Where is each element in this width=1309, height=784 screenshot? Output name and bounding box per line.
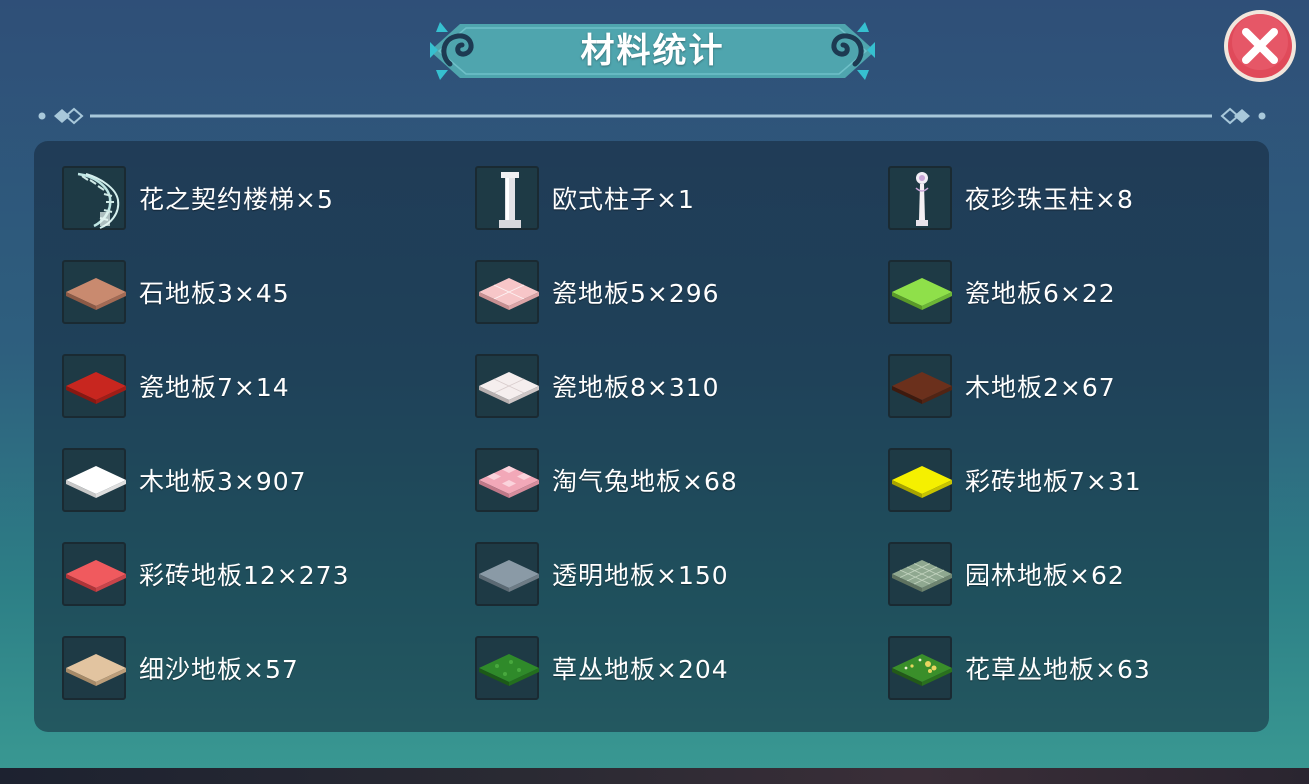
material-icon-box — [888, 542, 952, 606]
material-label: 瓷地板7×14 — [139, 373, 290, 402]
material-item: 淘气兔地板×68 — [475, 448, 855, 514]
material-item: 瓷地板8×310 — [475, 354, 855, 420]
material-icon-box — [888, 354, 952, 418]
material-icon-box — [62, 260, 126, 324]
material-icon-box — [475, 448, 539, 512]
material-label: 细沙地板×57 — [139, 655, 299, 684]
material-icon-box — [888, 166, 952, 230]
title-banner: 材料统计 — [430, 20, 875, 82]
material-item: 透明地板×150 — [475, 542, 855, 608]
material-label: 夜珍珠玉柱×8 — [965, 185, 1134, 214]
porcelain-floor-tile-icon — [66, 372, 126, 404]
material-icon-box — [475, 542, 539, 606]
material-icon-box — [888, 636, 952, 700]
material-icon-box — [475, 354, 539, 418]
material-label: 透明地板×150 — [552, 561, 729, 590]
wood-floor-tile-icon — [892, 372, 952, 404]
material-item: 草丛地板×204 — [475, 636, 855, 702]
transparent-floor-tile-icon — [479, 560, 539, 592]
material-item: 木地板2×67 — [888, 354, 1268, 420]
stone-floor-tile-icon — [66, 278, 126, 310]
colored-brick-floor-icon — [892, 466, 952, 498]
material-item: 细沙地板×57 — [62, 636, 442, 702]
grass-floor-tile-icon — [479, 654, 539, 686]
material-label: 欧式柱子×1 — [552, 185, 695, 214]
material-icon-box — [475, 260, 539, 324]
material-label: 石地板3×45 — [139, 279, 290, 308]
material-label: 花草丛地板×63 — [965, 655, 1151, 684]
material-item: 园林地板×62 — [888, 542, 1268, 608]
material-icon-box — [475, 166, 539, 230]
material-icon-box — [888, 260, 952, 324]
material-icon-box — [475, 636, 539, 700]
material-label: 木地板2×67 — [965, 373, 1116, 402]
bunny-floor-tile-icon — [479, 466, 539, 498]
porcelain-floor-tile-icon — [892, 278, 952, 310]
material-label: 木地板3×907 — [139, 467, 307, 496]
spiral-staircase-icon — [77, 172, 120, 229]
header-divider — [38, 107, 1266, 125]
material-label: 彩砖地板12×273 — [139, 561, 350, 590]
material-icon-box — [62, 542, 126, 606]
page-title: 材料统计 — [580, 31, 725, 71]
material-item: 彩砖地板12×273 — [62, 542, 442, 608]
material-icon-box — [62, 354, 126, 418]
material-label: 瓷地板6×22 — [965, 279, 1116, 308]
material-item: 瓷地板6×22 — [888, 260, 1268, 326]
material-icon-box — [62, 166, 126, 230]
background-scene-strip — [0, 768, 1309, 784]
material-item: 彩砖地板7×31 — [888, 448, 1268, 514]
material-icon-box — [888, 448, 952, 512]
flower-grass-floor-tile-icon — [892, 654, 952, 686]
porcelain-floor-tile-icon — [479, 278, 539, 310]
material-item: 木地板3×907 — [62, 448, 442, 514]
material-label: 瓷地板8×310 — [552, 373, 720, 402]
material-item: 石地板3×45 — [62, 260, 442, 326]
material-item: 瓷地板7×14 — [62, 354, 442, 420]
porcelain-floor-tile-icon — [479, 372, 539, 404]
material-item: 夜珍珠玉柱×8 — [888, 166, 1268, 232]
material-icon-box — [62, 636, 126, 700]
sand-floor-tile-icon — [66, 654, 126, 686]
european-column-icon — [499, 172, 521, 228]
close-icon — [1224, 10, 1296, 82]
material-label: 瓷地板5×296 — [552, 279, 720, 308]
garden-floor-tile-icon — [892, 560, 952, 592]
material-label: 园林地板×62 — [965, 561, 1125, 590]
pearl-jade-column-icon — [915, 172, 929, 226]
material-label: 彩砖地板7×31 — [965, 467, 1142, 496]
material-item: 花草丛地板×63 — [888, 636, 1268, 702]
material-item: 欧式柱子×1 — [475, 166, 855, 232]
material-label: 草丛地板×204 — [552, 655, 729, 684]
material-icon-box — [62, 448, 126, 512]
materials-panel: 花之契约楼梯×5 欧式柱子×1 夜珍珠玉柱×8 石地板3×45 瓷地板5×296… — [34, 141, 1269, 732]
colored-brick-floor-icon — [66, 560, 126, 592]
material-label: 花之契约楼梯×5 — [139, 185, 334, 214]
close-button[interactable] — [1222, 8, 1298, 84]
material-label: 淘气兔地板×68 — [552, 467, 738, 496]
material-item: 瓷地板5×296 — [475, 260, 855, 326]
wood-floor-tile-icon — [66, 466, 126, 498]
material-item: 花之契约楼梯×5 — [62, 166, 442, 232]
